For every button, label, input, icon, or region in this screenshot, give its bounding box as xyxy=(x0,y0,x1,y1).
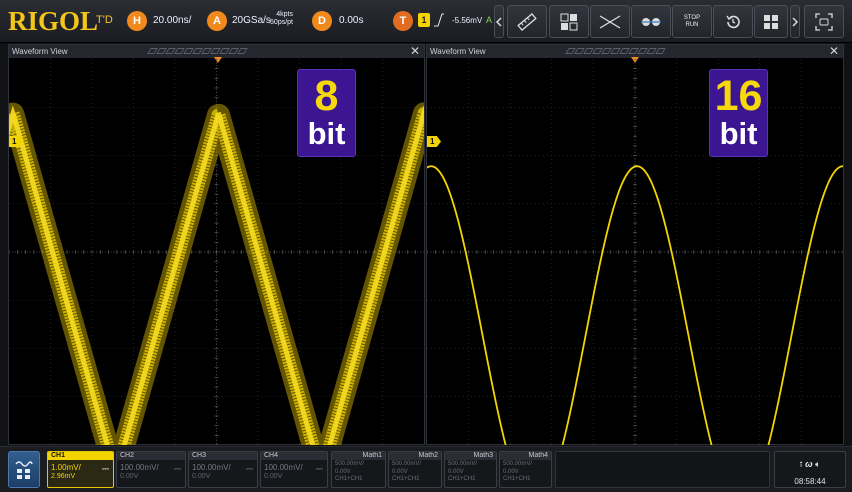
channel-2-box[interactable]: CH2 100.00mV/ 0.00V ⎓ xyxy=(116,451,186,488)
oscilloscope-screen: RIGOL T'D H 20.00ns/ A 20GSa/s 4kpts 50p… xyxy=(0,0,852,492)
run-stop-label-top: STOP xyxy=(683,14,701,21)
rigol-logo: RIGOL xyxy=(8,6,99,36)
clock-time: 08:58:44 xyxy=(794,477,826,486)
close-icon[interactable]: ✕ xyxy=(410,44,420,58)
memory-position-bar[interactable] xyxy=(147,48,248,55)
math-offset: 0.00V xyxy=(448,469,464,475)
bottom-status-bar: CH1 1.00mV/ 2.96mV ⎓ CH2 100.00mV/ 0.00V… xyxy=(0,446,852,492)
memory-depth-value: 4kpts xyxy=(276,11,293,18)
sound-icon: 🔈︎ xyxy=(815,459,821,469)
bit-depth-number: 8 xyxy=(314,72,339,120)
auto-button[interactable] xyxy=(631,5,671,38)
ruler-icon xyxy=(517,12,537,31)
math-scale: 500.00mV/ xyxy=(448,461,478,467)
chevron-left-icon xyxy=(496,16,502,27)
cross-lines-icon xyxy=(599,14,621,29)
channel-4-box[interactable]: CH4 100.00mV/ 0.00V ⎓ xyxy=(260,451,328,488)
math-offset: 0.00V xyxy=(503,469,519,475)
channel-name: CH1 xyxy=(48,452,113,460)
top-toolbar: RIGOL T'D H 20.00ns/ A 20GSa/s 4kpts 50p… xyxy=(0,0,852,43)
screenshot-button[interactable] xyxy=(804,5,844,38)
auto-waveform-icon xyxy=(641,17,661,26)
channel-1-box[interactable]: CH1 1.00mV/ 2.96mV ⎓ xyxy=(47,451,114,488)
dc-coupling-icon: ⎓ xyxy=(173,464,181,474)
status-icons: ⭫ ω 🔈︎ xyxy=(775,457,845,473)
grid-table-icon xyxy=(560,13,578,30)
screenshot-icon xyxy=(815,12,833,31)
chevron-right-icon xyxy=(792,16,798,27)
bit-depth-badge: 16 bit xyxy=(709,69,768,157)
single-button[interactable] xyxy=(713,5,753,38)
channel-name: CH4 xyxy=(261,452,327,460)
trigger-mode[interactable]: A xyxy=(486,15,492,25)
memory-rate-value: 50ps/pt xyxy=(270,19,293,26)
bit-depth-number: 16 xyxy=(714,72,763,120)
bit-depth-badge: 8 bit xyxy=(297,69,356,157)
math-source: CH1+CH1 xyxy=(503,476,531,482)
close-icon[interactable]: ✕ xyxy=(829,44,839,58)
waveform-menu-icon xyxy=(15,460,33,479)
horizontal-icon[interactable]: H xyxy=(127,11,147,31)
math-source: CH1+CH1 xyxy=(392,476,420,482)
run-stop-label-bottom: RUN xyxy=(685,21,699,28)
usb-icon: ⭫ xyxy=(799,459,803,469)
trigger-level[interactable]: -5.56mV xyxy=(452,16,482,25)
timebase-value[interactable]: 20.00ns/ xyxy=(153,15,191,26)
math-name: Math2 xyxy=(389,452,441,460)
math-3-box[interactable]: Math3 500.00mV/ 0.00V CH1+CH1 xyxy=(444,451,497,488)
math-source: CH1+CH1 xyxy=(448,476,476,482)
math-1-box[interactable]: Math1 500.00mV/ 0.00V CH1+CH1 xyxy=(331,451,386,488)
delay-icon[interactable]: D xyxy=(312,11,332,31)
measure-button[interactable] xyxy=(507,5,547,38)
math-source: CH1+CH1 xyxy=(335,476,363,482)
dc-coupling-icon: ⎓ xyxy=(101,464,109,474)
channel-3-box[interactable]: CH3 100.00mV/ 0.00V ⎓ xyxy=(188,451,258,488)
window-layout-icon xyxy=(764,14,778,29)
acquire-icon[interactable]: A xyxy=(207,11,227,31)
channel-name: CH2 xyxy=(117,452,185,460)
math-name: Math1 xyxy=(332,452,385,460)
delay-value[interactable]: 0.00s xyxy=(339,15,363,26)
dc-coupling-icon: ⎓ xyxy=(245,464,253,474)
math-2-box[interactable]: Math2 500.00mV/ 0.00V CH1+CH1 xyxy=(388,451,442,488)
run-stop-button[interactable]: STOP RUN xyxy=(672,5,712,38)
panel-title: Waveform View xyxy=(430,47,486,56)
cursor-button[interactable] xyxy=(590,5,630,38)
memory-position-bar[interactable] xyxy=(565,48,666,55)
status-area xyxy=(555,451,770,488)
bit-depth-unit: bit xyxy=(719,116,758,151)
scroll-left-button[interactable] xyxy=(494,5,504,38)
waveform-view-8bit[interactable]: Waveform View ✕ 1 8 bit xyxy=(8,44,425,445)
system-status[interactable]: ⭫ ω 🔈︎ 08:58:44 xyxy=(774,451,846,488)
scroll-right-button[interactable] xyxy=(790,5,800,38)
math-scale: 500.00mV/ xyxy=(503,461,533,467)
dc-coupling-icon: ⎓ xyxy=(315,464,323,474)
waveform-plot[interactable] xyxy=(9,59,424,445)
bit-depth-unit: bit xyxy=(307,116,346,151)
navigation-button[interactable] xyxy=(8,451,40,488)
math-offset: 0.00V xyxy=(392,469,408,475)
math-scale: 500.00mV/ xyxy=(335,461,365,467)
math-name: Math4 xyxy=(500,452,551,460)
trigger-icon[interactable]: T xyxy=(393,11,413,31)
layout-button[interactable] xyxy=(754,5,788,38)
decode-button[interactable] xyxy=(549,5,589,38)
math-name: Math3 xyxy=(445,452,496,460)
memory-depth[interactable]: 4kpts 50ps/pt xyxy=(266,11,293,27)
history-icon xyxy=(726,15,740,28)
panel-title: Waveform View xyxy=(12,47,68,56)
rising-edge-icon xyxy=(434,13,444,27)
lan-icon: ω xyxy=(805,459,813,469)
channel-name: CH3 xyxy=(189,452,257,460)
math-4-box[interactable]: Math4 500.00mV/ 0.00V CH1+CH1 xyxy=(499,451,552,488)
trigger-source-badge[interactable]: 1 xyxy=(418,13,430,27)
waveform-plot[interactable] xyxy=(427,59,843,445)
math-scale: 500.00mV/ xyxy=(392,461,422,467)
acquisition-mode[interactable]: T'D xyxy=(96,14,113,26)
math-offset: 0.00V xyxy=(335,469,351,475)
waveform-view-16bit[interactable]: Waveform View ✕ 1 16 bit xyxy=(426,44,844,445)
